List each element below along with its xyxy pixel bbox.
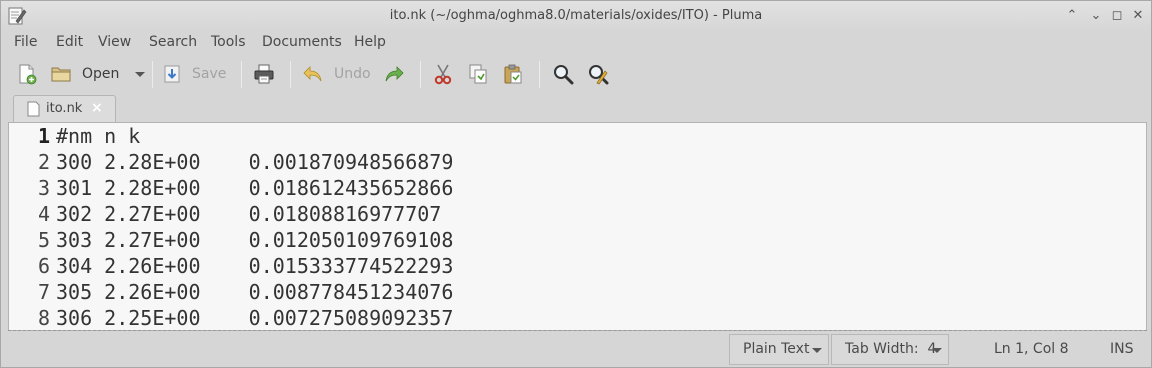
chevron-down-icon xyxy=(812,348,822,353)
line-number: 6 xyxy=(37,254,50,278)
text-file-icon xyxy=(27,101,40,117)
save-button-label[interactable]: Save xyxy=(192,66,226,82)
maximize-button[interactable]: ◻ xyxy=(1108,7,1126,25)
toolbar-separator xyxy=(241,61,242,88)
paste-icon[interactable] xyxy=(502,63,524,85)
toolbar-separator xyxy=(290,61,291,88)
editor-line[interactable]: 6 304 2.26E+00 0.015333774522293 xyxy=(9,253,1146,279)
find-replace-icon[interactable] xyxy=(587,63,609,85)
menu-help[interactable]: Help xyxy=(354,34,386,50)
tab-width-selector[interactable]: Tab Width: 4 xyxy=(831,334,949,365)
line-number: 4 xyxy=(37,202,50,226)
line-text[interactable]: 305 2.26E+00 0.008778451234076 xyxy=(56,279,453,305)
toolbar-separator xyxy=(420,61,421,88)
window-title: ito.nk (~/oghma/oghma8.0/materials/oxide… xyxy=(389,8,763,23)
menu-search[interactable]: Search xyxy=(149,34,197,50)
close-window-button[interactable]: ✕ xyxy=(1129,7,1147,25)
undo-icon[interactable] xyxy=(302,63,324,85)
document-tab-ito-nk[interactable]: ito.nk × xyxy=(13,95,116,122)
line-number: 3 xyxy=(37,176,50,200)
tab-width-label: Tab Width: 4 xyxy=(845,341,937,357)
status-bar: Plain Text Tab Width: 4 Ln 1, Col 8 INS xyxy=(1,333,1151,367)
menu-bar: File Edit View Search Tools Documents He… xyxy=(1,31,1151,55)
line-text[interactable]: #nm n k xyxy=(56,123,140,149)
line-text[interactable]: 304 2.26E+00 0.015333774522293 xyxy=(56,253,453,279)
editor-line[interactable]: 8 306 2.25E+00 0.007275089092357 xyxy=(9,305,1146,330)
editor-line[interactable]: 7 305 2.26E+00 0.008778451234076 xyxy=(9,279,1146,305)
language-selector[interactable]: Plain Text xyxy=(729,334,829,365)
copy-icon[interactable] xyxy=(467,63,489,85)
menu-documents[interactable]: Documents xyxy=(262,34,342,50)
line-number: 8 xyxy=(37,306,50,330)
toolbar-separator xyxy=(152,61,153,88)
language-selector-label: Plain Text xyxy=(743,341,810,357)
editor-line[interactable]: 1 #nm n k xyxy=(9,123,1146,149)
editor-line[interactable]: 4 302 2.27E+00 0.01808816977707 xyxy=(9,201,1146,227)
pluma-window: ito.nk (~/oghma/oghma8.0/materials/oxide… xyxy=(0,0,1152,368)
insert-mode-indicator: INS xyxy=(1110,341,1134,357)
chevron-down-icon xyxy=(932,348,942,353)
editor-bottom-edge xyxy=(8,330,1147,331)
save-icon[interactable] xyxy=(161,63,183,85)
document-tab-label: ito.nk xyxy=(46,101,83,116)
editor-line[interactable]: 5 303 2.27E+00 0.012050109769108 xyxy=(9,227,1146,253)
line-text[interactable]: 303 2.27E+00 0.012050109769108 xyxy=(56,227,453,253)
close-tab-icon[interactable]: × xyxy=(91,100,103,116)
find-icon[interactable] xyxy=(552,63,574,85)
line-text[interactable]: 306 2.25E+00 0.007275089092357 xyxy=(56,305,453,330)
line-text[interactable]: 302 2.27E+00 0.01808816977707 xyxy=(56,201,441,227)
minimize-button[interactable]: ⌃ xyxy=(1063,7,1081,25)
menu-file[interactable]: File xyxy=(14,34,37,50)
line-text[interactable]: 301 2.28E+00 0.018612435652866 xyxy=(56,175,453,201)
line-number: 2 xyxy=(37,150,50,174)
title-bar[interactable]: ito.nk (~/oghma/oghma8.0/materials/oxide… xyxy=(1,1,1151,31)
open-recent-dropdown-arrow[interactable] xyxy=(135,72,145,77)
document-tab-bar: ito.nk × xyxy=(1,93,1151,122)
open-folder-icon[interactable] xyxy=(50,63,72,85)
cut-icon[interactable] xyxy=(432,63,454,85)
redo-icon[interactable] xyxy=(383,63,405,85)
line-text[interactable]: 300 2.28E+00 0.001870948566879 xyxy=(56,149,453,175)
line-number: 7 xyxy=(37,280,50,304)
undo-button-label[interactable]: Undo xyxy=(334,66,371,82)
toolbar: Open Save Undo xyxy=(1,56,1151,93)
new-document-icon[interactable] xyxy=(16,63,38,85)
line-number: 1 xyxy=(37,124,50,148)
print-icon[interactable] xyxy=(253,63,275,85)
open-button-label[interactable]: Open xyxy=(82,66,119,82)
editor-line[interactable]: 3 301 2.28E+00 0.018612435652866 xyxy=(9,175,1146,201)
editor-line[interactable]: 2 300 2.28E+00 0.001870948566879 xyxy=(9,149,1146,175)
menu-edit[interactable]: Edit xyxy=(56,34,83,50)
menu-tools[interactable]: Tools xyxy=(211,34,246,50)
text-editor-area[interactable]: 1 #nm n k 2 300 2.28E+00 0.0018709485668… xyxy=(8,122,1147,331)
cursor-position: Ln 1, Col 8 xyxy=(994,341,1069,357)
menu-view[interactable]: View xyxy=(98,34,131,50)
toolbar-separator xyxy=(539,61,540,88)
line-number: 5 xyxy=(37,228,50,252)
restore-button[interactable]: ⌄ xyxy=(1087,7,1105,25)
